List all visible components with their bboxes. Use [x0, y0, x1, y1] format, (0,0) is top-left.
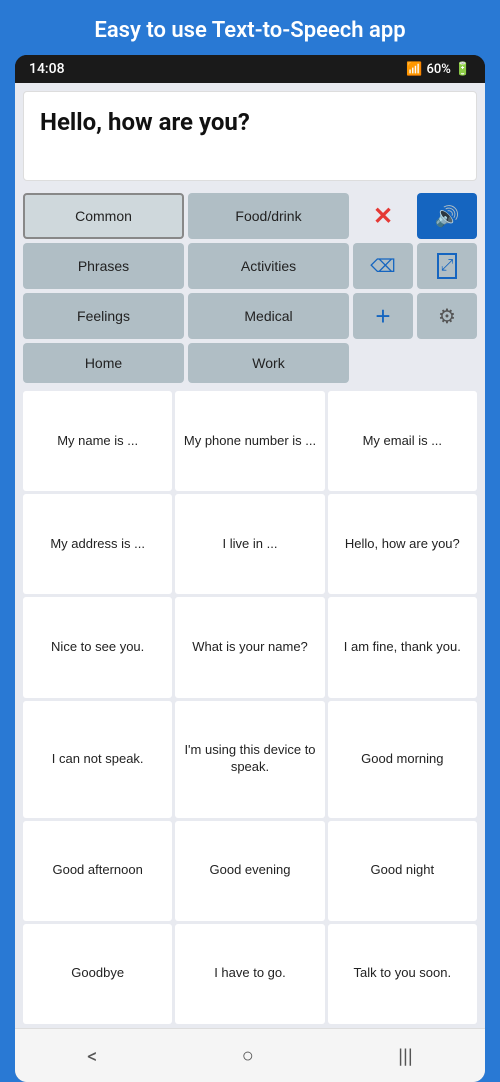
phrase-good-afternoon[interactable]: Good afternoon — [23, 821, 172, 921]
phrase-my-name[interactable]: My name is ... — [23, 391, 172, 491]
category-food-drink[interactable]: Food/drink — [188, 193, 349, 239]
category-common[interactable]: Common — [23, 193, 184, 239]
backspace-icon: ⌫ — [370, 256, 395, 277]
app-title: Easy to use Text-to-Speech app — [0, 0, 500, 55]
category-home[interactable]: Home — [23, 343, 184, 383]
phrase-i-have-to-go[interactable]: I have to go. — [175, 924, 324, 1024]
wifi-icon: 📶 — [406, 62, 422, 77]
text-display-area: Hello, how are you? — [23, 91, 477, 181]
plus-icon: + — [375, 303, 390, 329]
phrase-my-email[interactable]: My email is ... — [328, 391, 477, 491]
battery-level: 60% — [426, 62, 450, 77]
speaker-icon: 🔊 — [435, 204, 460, 229]
phone-frame: 14:08 📶 60% 🔋 Hello, how are you? Common… — [15, 55, 485, 1082]
phrases-grid: My name is ... My phone number is ... My… — [15, 387, 485, 1028]
category-feelings[interactable]: Feelings — [23, 293, 184, 339]
settings-button[interactable]: ⚙ — [417, 293, 477, 339]
back-button[interactable]: < — [67, 1040, 117, 1072]
recents-button[interactable]: ||| — [378, 1040, 433, 1072]
expand-icon: ⤢ — [437, 253, 458, 279]
category-work[interactable]: Work — [188, 343, 349, 383]
status-bar: 14:08 📶 60% 🔋 — [15, 55, 485, 83]
phrase-nice-to-see[interactable]: Nice to see you. — [23, 597, 172, 697]
phrase-goodbye[interactable]: Goodbye — [23, 924, 172, 1024]
phrase-i-am-fine[interactable]: I am fine, thank you. — [328, 597, 477, 697]
category-activities[interactable]: Activities — [188, 243, 349, 289]
tts-text: Hello, how are you? — [40, 108, 460, 136]
phrase-i-live[interactable]: I live in ... — [175, 494, 324, 594]
phrase-talk-to-you[interactable]: Talk to you soon. — [328, 924, 477, 1024]
phrase-using-device[interactable]: I'm using this device to speak. — [175, 701, 324, 818]
phrase-good-morning[interactable]: Good morning — [328, 701, 477, 818]
gear-icon: ⚙ — [438, 304, 456, 329]
status-time: 14:08 — [29, 61, 65, 77]
add-button[interactable]: + — [353, 293, 413, 339]
phrase-my-address[interactable]: My address is ... — [23, 494, 172, 594]
battery-icon: 🔋 — [455, 62, 471, 77]
status-right: 📶 60% 🔋 — [406, 62, 471, 77]
phone-content: Hello, how are you? Common Food/drink ✕ … — [15, 83, 485, 1082]
nav-bar: < ○ ||| — [15, 1028, 485, 1082]
speak-button[interactable]: 🔊 — [417, 193, 477, 239]
phrase-what-name[interactable]: What is your name? — [175, 597, 324, 697]
category-phrases[interactable]: Phrases — [23, 243, 184, 289]
expand-button[interactable]: ⤢ — [417, 243, 477, 289]
phrase-hello-how[interactable]: Hello, how are you? — [328, 494, 477, 594]
category-medical[interactable]: Medical — [188, 293, 349, 339]
category-grid: Common Food/drink ✕ 🔊 Phrases Activities… — [15, 189, 485, 387]
phrase-good-night[interactable]: Good night — [328, 821, 477, 921]
phrase-good-evening[interactable]: Good evening — [175, 821, 324, 921]
phrase-my-phone[interactable]: My phone number is ... — [175, 391, 324, 491]
x-icon: ✕ — [373, 202, 393, 231]
home-button[interactable]: ○ — [222, 1039, 274, 1072]
clear-button[interactable]: ✕ — [353, 193, 413, 239]
delete-button[interactable]: ⌫ — [353, 243, 413, 289]
phrase-i-cant-speak[interactable]: I can not speak. — [23, 701, 172, 818]
